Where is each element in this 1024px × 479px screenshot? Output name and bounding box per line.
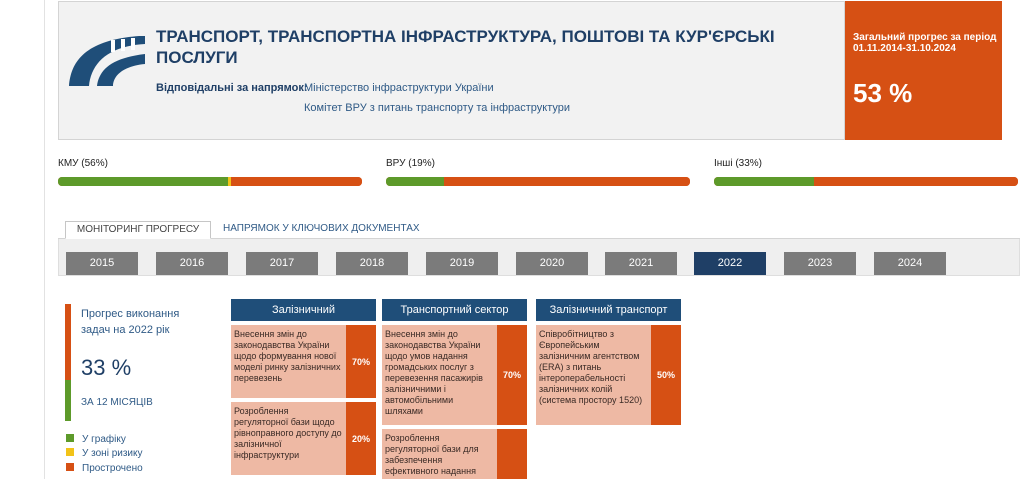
- column-header[interactable]: Залізничний: [231, 299, 376, 321]
- summary-label-kmu: КМУ (56%): [58, 158, 108, 169]
- yellow-square-icon: [66, 448, 74, 456]
- bar-segment-red: [814, 177, 1018, 186]
- year-button[interactable]: 2023: [784, 252, 856, 275]
- bar-segment-green: [58, 177, 229, 186]
- tab-monitoring[interactable]: МОНІТОРИНГ ПРОГРЕСУ: [65, 221, 211, 239]
- task-progress: [497, 429, 527, 479]
- column-header[interactable]: Залізничний транспорт: [536, 299, 681, 321]
- page-title: ТРАНСПОРТ, ТРАНСПОРТНА ІНФРАСТРУКТУРА, П…: [156, 27, 775, 67]
- legend-item-at-risk: У зоні ризику: [66, 448, 143, 459]
- summary-bar-vru: [386, 177, 690, 186]
- year-progress-title: Прогрес виконання задач на 2022 рік: [81, 308, 180, 336]
- legend-label: У графіку: [82, 434, 126, 445]
- year-button-active[interactable]: 2022: [694, 252, 766, 275]
- task-text: Розроблення регуляторної бази щодо рівно…: [234, 406, 342, 460]
- green-square-icon: [66, 434, 74, 442]
- column-header[interactable]: Транспортний сектор: [382, 299, 527, 321]
- responsible-label: Відповідальні за напрямок:: [156, 82, 308, 94]
- year-button[interactable]: 2018: [336, 252, 408, 275]
- task-card[interactable]: Співробітництво з Європейським залізничн…: [536, 325, 681, 425]
- task-text: Співробітництво з Європейським залізничн…: [539, 329, 643, 405]
- overall-progress-value: 53 %: [853, 78, 913, 108]
- year-button[interactable]: 2024: [874, 252, 946, 275]
- task-progress: 50%: [651, 325, 681, 425]
- responsible-item[interactable]: Міністерство інфраструктури України: [304, 82, 494, 94]
- bar-segment-red: [443, 177, 690, 186]
- year-button[interactable]: 2019: [426, 252, 498, 275]
- road-icon: [69, 36, 145, 86]
- overall-progress-label: Загальний прогрес за період 01.11.2014-3…: [853, 32, 997, 54]
- legend-item-on-schedule: У графіку: [66, 434, 126, 445]
- legend-label: Прострочено: [82, 463, 143, 474]
- page-left-border: [44, 0, 45, 479]
- year-button[interactable]: 2017: [246, 252, 318, 275]
- year-button[interactable]: 2021: [605, 252, 677, 275]
- year-button[interactable]: 2020: [516, 252, 588, 275]
- progress-rail-done: [65, 380, 71, 421]
- task-card[interactable]: Внесення змін до законодавства України щ…: [382, 325, 527, 425]
- legend-label: У зоні ризику: [82, 448, 143, 459]
- red-square-icon: [66, 463, 74, 471]
- direction-header: ТРАНСПОРТ, ТРАНСПОРТНА ІНФРАСТРУКТУРА, П…: [58, 1, 845, 140]
- task-progress: 70%: [346, 325, 376, 398]
- overall-progress-card: Загальний прогрес за період 01.11.2014-3…: [845, 1, 1002, 140]
- responsible-item[interactable]: Комітет ВРУ з питань транспорту та інфра…: [304, 102, 570, 114]
- year-progress-value: 33 %: [81, 355, 132, 380]
- task-text: Внесення змін до законодавства України щ…: [234, 329, 341, 383]
- summary-label-vru: ВРУ (19%): [386, 158, 435, 169]
- summary-bar-kmu: [58, 177, 362, 186]
- task-card[interactable]: Розроблення регуляторної бази щодо рівно…: [231, 402, 376, 475]
- legend-item-overdue: Прострочено: [66, 463, 143, 474]
- task-card[interactable]: Розроблення регуляторної бази для забезп…: [382, 429, 527, 479]
- task-progress: 20%: [346, 402, 376, 475]
- task-text: Розроблення регуляторної бази для забезп…: [385, 433, 479, 476]
- task-progress: 70%: [497, 325, 527, 425]
- summary-label-other: Інші (33%): [714, 158, 762, 169]
- task-card[interactable]: Внесення змін до законодавства України щ…: [231, 325, 376, 398]
- year-button[interactable]: 2016: [156, 252, 228, 275]
- summary-bar-other: [714, 177, 1018, 186]
- task-text: Внесення змін до законодавства України щ…: [385, 329, 483, 416]
- bar-segment-green: [386, 177, 444, 186]
- bar-segment-green: [714, 177, 815, 186]
- year-progress-period: ЗА 12 МІСЯЦІВ: [81, 397, 153, 408]
- year-button[interactable]: 2015: [66, 252, 138, 275]
- tab-key-documents[interactable]: НАПРЯМОК У КЛЮЧОВИХ ДОКУМЕНТАХ: [213, 221, 430, 239]
- bar-segment-red: [231, 177, 362, 186]
